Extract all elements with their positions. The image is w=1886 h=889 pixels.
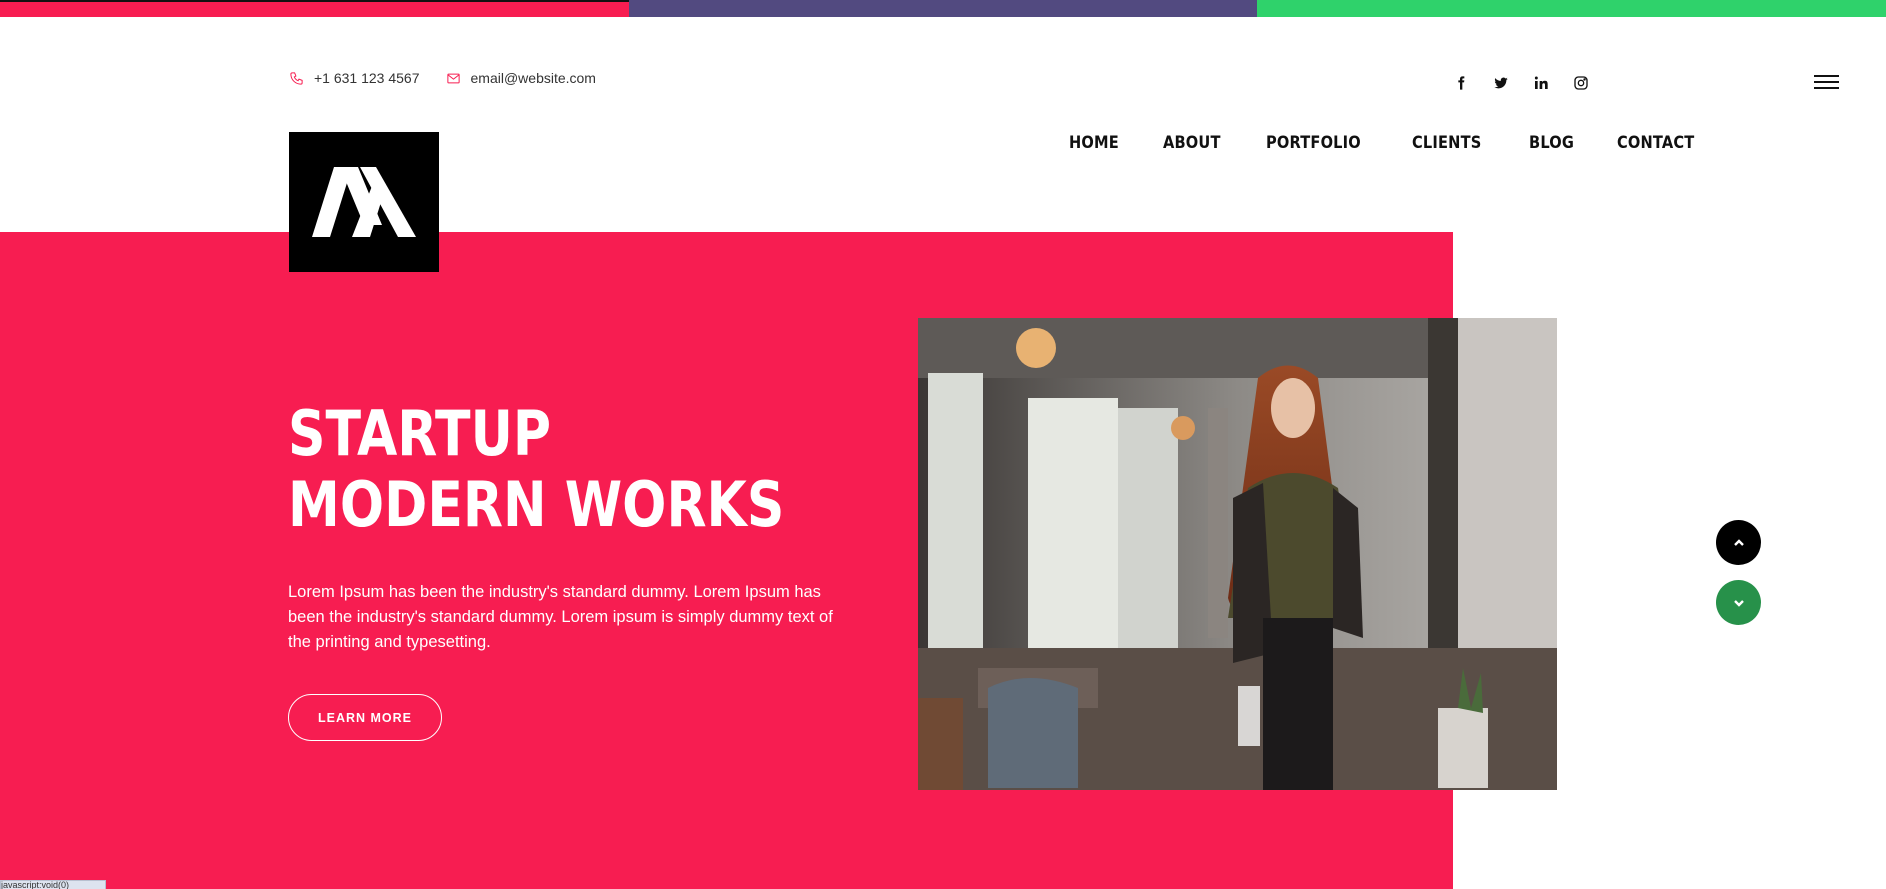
site-logo[interactable] [289, 132, 439, 272]
scroll-down-button[interactable] [1716, 580, 1761, 625]
hero-title-line-2: MODERN WORKS [288, 468, 785, 541]
nav-contact[interactable]: CONTACT [1617, 133, 1694, 153]
top-color-bar [0, 0, 1886, 17]
nav-home[interactable]: HOME [1069, 133, 1119, 153]
email-address: email@website.com [470, 70, 596, 86]
social-links [1452, 74, 1590, 92]
nav-about[interactable]: ABOUT [1163, 133, 1221, 153]
top-bar-purple [628, 0, 1258, 17]
nav-blog[interactable]: BLOG [1529, 133, 1574, 153]
top-bar-green [1257, 0, 1886, 17]
hero-photo [918, 318, 1557, 790]
phone-icon [290, 71, 303, 85]
learn-more-button[interactable]: LEARN MORE [288, 694, 442, 741]
hero-title: STARTUP MODERN WORKS [288, 398, 784, 540]
contact-email[interactable]: email@website.com [446, 70, 596, 86]
hero-description: Lorem Ipsum has been the industry's stan… [288, 583, 833, 651]
linkedin-icon[interactable] [1532, 74, 1550, 92]
chevron-up-icon [1733, 538, 1744, 546]
phone-number: +1 631 123 4567 [314, 70, 420, 86]
contact-row: +1 631 123 4567 email@website.com [289, 70, 596, 86]
mail-icon [446, 73, 460, 83]
browser-status-bar: javascript:void(0) [0, 880, 106, 889]
instagram-icon[interactable] [1572, 74, 1590, 92]
twitter-icon[interactable] [1492, 74, 1510, 92]
top-bar-red [0, 0, 629, 17]
hero-title-line-1: STARTUP [288, 397, 552, 470]
scroll-up-button[interactable] [1716, 520, 1761, 565]
chevron-down-icon [1733, 599, 1744, 607]
nav-clients[interactable]: CLIENTS [1412, 133, 1481, 153]
facebook-icon[interactable] [1452, 74, 1470, 92]
nav-portfolio[interactable]: PORTFOLIO [1266, 133, 1361, 153]
contact-phone[interactable]: +1 631 123 4567 [289, 70, 420, 86]
main-nav: HOME ABOUT PORTFOLIO CLIENTS BLOG CONTAC… [1069, 133, 1707, 153]
logo-mark-icon [312, 167, 416, 237]
menu-hamburger-icon[interactable] [1814, 75, 1839, 91]
